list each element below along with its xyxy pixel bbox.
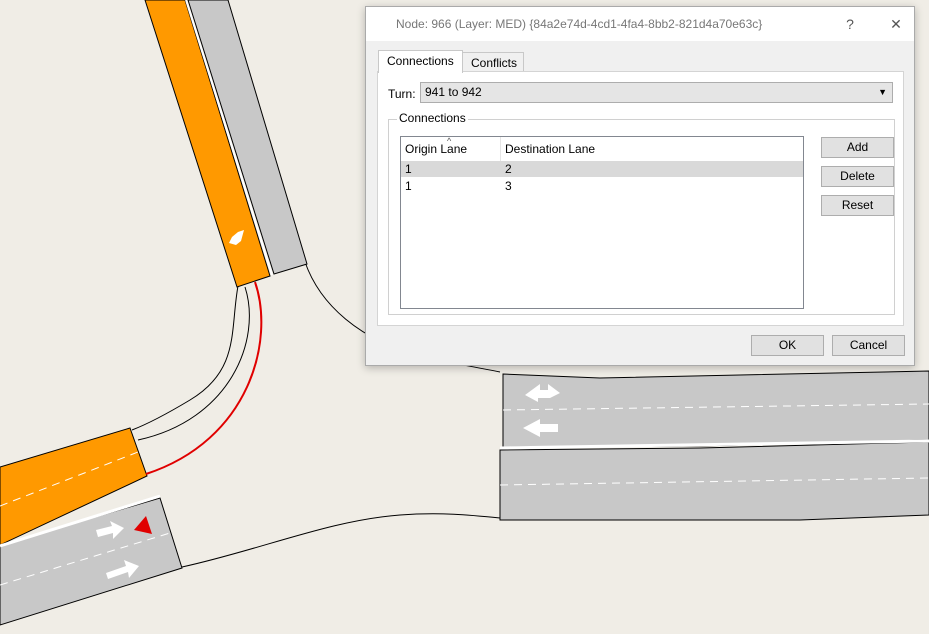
tab-connections[interactable]: Connections xyxy=(378,50,463,73)
reset-button[interactable]: Reset xyxy=(821,195,894,216)
curb-line-left xyxy=(131,285,239,431)
curb-line-bottom xyxy=(181,513,501,568)
destination-lane-cell: 2 xyxy=(505,162,512,176)
curb-line-left-inner xyxy=(137,286,250,441)
cancel-button[interactable]: Cancel xyxy=(832,335,905,356)
node-properties-dialog: Node: 966 (Layer: MED) {84a2e74d-4cd1-4f… xyxy=(365,6,915,366)
dialog-title: Node: 966 (Layer: MED) {84a2e74d-4cd1-4f… xyxy=(396,17,763,31)
origin-lane-cell: 1 xyxy=(405,179,412,193)
ok-button[interactable]: OK xyxy=(751,335,824,356)
title-bar: Node: 966 (Layer: MED) {84a2e74d-4cd1-4f… xyxy=(366,7,914,41)
turn-select[interactable]: 941 to 942 ▼ xyxy=(420,82,893,103)
add-button[interactable]: Add xyxy=(821,137,894,158)
turn-label: Turn: xyxy=(388,87,416,101)
list-row[interactable]: 1 3 xyxy=(401,178,803,194)
destination-lane-cell: 3 xyxy=(505,179,512,193)
column-header-destination-lane[interactable]: Destination Lane xyxy=(501,137,701,161)
sort-ascending-icon: ^ xyxy=(447,136,452,146)
connections-panel: Turn: 941 to 942 ▼ Connections ^ Origin … xyxy=(377,71,904,326)
connections-group: Connections ^ Origin Lane Destination La… xyxy=(388,111,895,315)
delete-button[interactable]: Delete xyxy=(821,166,894,187)
close-button[interactable]: ✕ xyxy=(878,13,914,35)
chevron-down-icon: ▼ xyxy=(878,87,887,97)
column-header-origin-lane[interactable]: ^ Origin Lane xyxy=(401,136,501,161)
connections-group-label: Connections xyxy=(397,111,468,125)
origin-lane-cell: 1 xyxy=(405,162,412,176)
lane-connector[interactable] xyxy=(145,281,263,475)
help-button[interactable]: ? xyxy=(832,13,868,35)
turn-select-value: 941 to 942 xyxy=(425,85,482,99)
list-row[interactable]: 1 2 xyxy=(401,161,803,177)
connections-list[interactable]: ^ Origin Lane Destination Lane 1 2 1 3 xyxy=(400,136,804,309)
tab-conflicts[interactable]: Conflicts xyxy=(462,52,524,72)
